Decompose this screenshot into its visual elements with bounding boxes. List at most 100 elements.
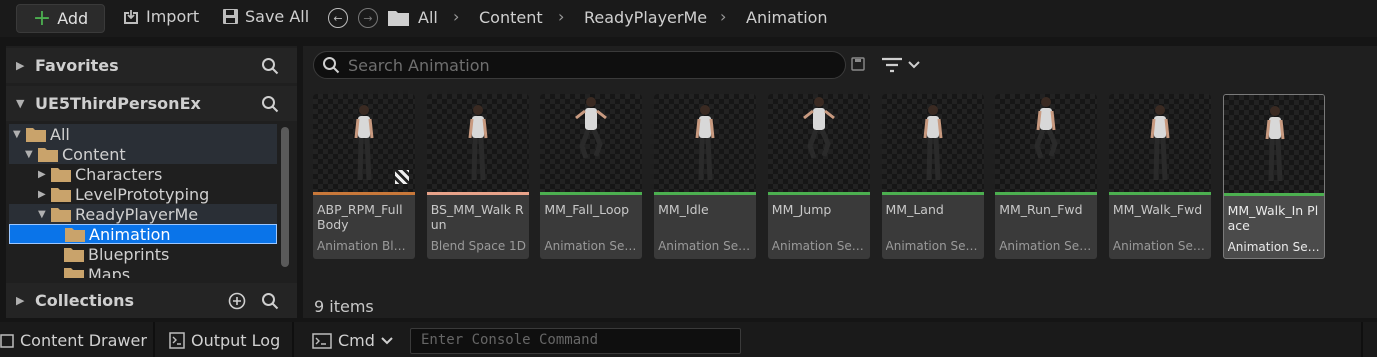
project-header[interactable]: ▼ UE5ThirdPersonEx [6,86,297,121]
asset-type-color-bar [995,192,1098,195]
character-figure [1150,105,1170,181]
chevron-right-icon: › [558,7,565,26]
asset-type-color-bar [767,192,870,195]
tree-item-label: Content [62,144,126,164]
cmd-dropdown[interactable]: Cmd [312,331,393,350]
output-log-icon [169,332,185,349]
folder-icon [64,248,84,262]
breadcrumb-readyplayerme[interactable]: ReadyPlayerMe [584,8,707,27]
asset-thumbnail [995,94,1098,192]
filter-icon[interactable] [881,56,921,74]
tree-item-readyplayerme[interactable]: ▼ ReadyPlayerMe [9,204,277,224]
asset-type: Animation Blue... [317,239,413,253]
collections-header[interactable]: ▶ Collections [6,283,297,318]
import-label: Import [146,7,200,26]
back-icon[interactable]: ← [328,8,348,28]
asset-type-color-bar [540,192,643,195]
asset-tile[interactable]: MM_Land Animation Sequ... [881,94,984,259]
tree-scrollbar-thumb[interactable] [281,127,289,267]
asset-tile[interactable]: ABP_RPM_Full Body Animation Blue... [313,94,415,259]
asset-type: Animation Sequ... [885,239,982,253]
asset-tile[interactable]: MM_Idle Animation Sequ... [654,94,757,259]
asset-name: MM_Walk_Fwd [1112,202,1203,217]
console-input[interactable]: Enter Console Command [410,328,741,354]
save-all-button[interactable]: Save All [222,7,309,26]
asset-type: Animation Sequ... [1227,240,1324,254]
asset-type-color-bar [426,192,529,195]
tree-item-maps[interactable]: Maps [9,264,277,278]
asset-thumbnail [1108,94,1211,192]
search-icon[interactable] [261,57,279,75]
favorites-label: Favorites [35,56,119,75]
asset-tile[interactable]: BS_MM_Walk Run Blend Space 1D [426,94,529,259]
asset-type-color-bar [1108,192,1211,195]
output-log-button[interactable]: Output Log [169,331,280,350]
favorites-header[interactable]: ▶ Favorites [6,48,297,83]
asset-name: MM_Fall_Loop [544,202,630,217]
content-drawer-button[interactable]: Content Drawer [0,331,147,350]
asset-tile[interactable]: MM_Walk_Fwd Animation Sequ... [1108,94,1211,259]
character-figure [802,97,835,159]
asset-tile[interactable]: MM_Jump Animation Sequ... [767,94,870,259]
asset-type: Animation Sequ... [771,239,868,253]
character-figure [575,97,608,159]
sources-panel: ▶ Favorites ▼ UE5ThirdPersonEx ▼ All ▼ C… [6,46,297,318]
project-label: UE5ThirdPersonEx [35,94,201,113]
folder-icon [38,148,58,162]
folder-icon [388,11,409,26]
expand-arrow-icon: ▶ [38,168,46,180]
search-input[interactable]: Search Animation [313,51,846,79]
expand-arrow-icon: ▶ [38,188,46,200]
asset-tile[interactable]: MM_Run_Fwd Animation Sequ... [995,94,1098,259]
breadcrumb-animation[interactable]: Animation [746,8,828,27]
divider [153,322,155,357]
asset-name: MM_Jump [771,202,832,217]
asset-name: MM_Land [885,202,944,217]
asset-type: Animation Sequ... [1112,239,1209,253]
search-icon [323,57,340,74]
save-search-icon[interactable] [851,57,865,71]
folder-icon [51,208,71,222]
asset-tile[interactable]: MM_Walk_In Place Animation Sequ... [1222,94,1325,259]
asset-type: Animation Sequ... [999,239,1095,253]
tree-item-animation[interactable]: Animation [9,224,277,244]
tree-item-label: Blueprints [88,244,170,264]
add-collection-icon[interactable] [228,292,246,310]
add-button[interactable]: + Add [16,4,105,33]
asset-name: BS_MM_Walk Run [430,202,524,232]
content-drawer-icon [0,333,14,348]
import-button[interactable]: Import [122,7,199,26]
terminal-icon [312,332,332,349]
character-figure [923,105,942,181]
forward-icon[interactable]: → [358,8,378,28]
breadcrumb-all[interactable]: All [418,8,438,27]
tree-item-levelprototyping[interactable]: ▶ LevelPrototyping [9,184,277,204]
search-icon[interactable] [261,95,279,113]
breadcrumb-content[interactable]: Content [479,8,543,27]
output-log-label: Output Log [191,331,281,350]
chevron-right-icon: › [453,7,460,26]
tree-item-label: LevelPrototyping [75,184,210,204]
folder-icon [26,128,46,142]
tree-item-blueprints[interactable]: Blueprints [9,244,277,264]
asset-thumbnail [767,94,870,192]
character-figure [1034,97,1058,159]
expand-arrow-icon: ▶ [16,59,25,72]
search-placeholder: Search Animation [348,55,490,75]
content-browser: + Add Import Save All ← → All › Content … [0,0,1377,357]
tree-item-all[interactable]: ▼ All [9,124,277,144]
asset-tile[interactable]: MM_Fall_Loop Animation Sequ... [540,94,643,259]
asset-type-color-bar [313,192,415,195]
character-figure [468,105,488,181]
save-icon [223,9,238,24]
folder-tree: ▼ All ▼ Content ▶ Characters ▶ LevelProt… [9,124,277,278]
status-bar: Content Drawer Output Log Cmd Enter Cons… [0,322,1377,357]
save-all-label: Save All [245,7,310,26]
asset-type: Animation Sequ... [544,239,640,253]
search-icon[interactable] [261,292,279,310]
folder-icon [65,228,85,242]
chevron-right-icon: › [720,7,727,26]
tree-item-characters[interactable]: ▶ Characters [9,164,277,184]
asset-thumbnail [313,94,415,192]
tree-item-content[interactable]: ▼ Content [9,144,277,164]
